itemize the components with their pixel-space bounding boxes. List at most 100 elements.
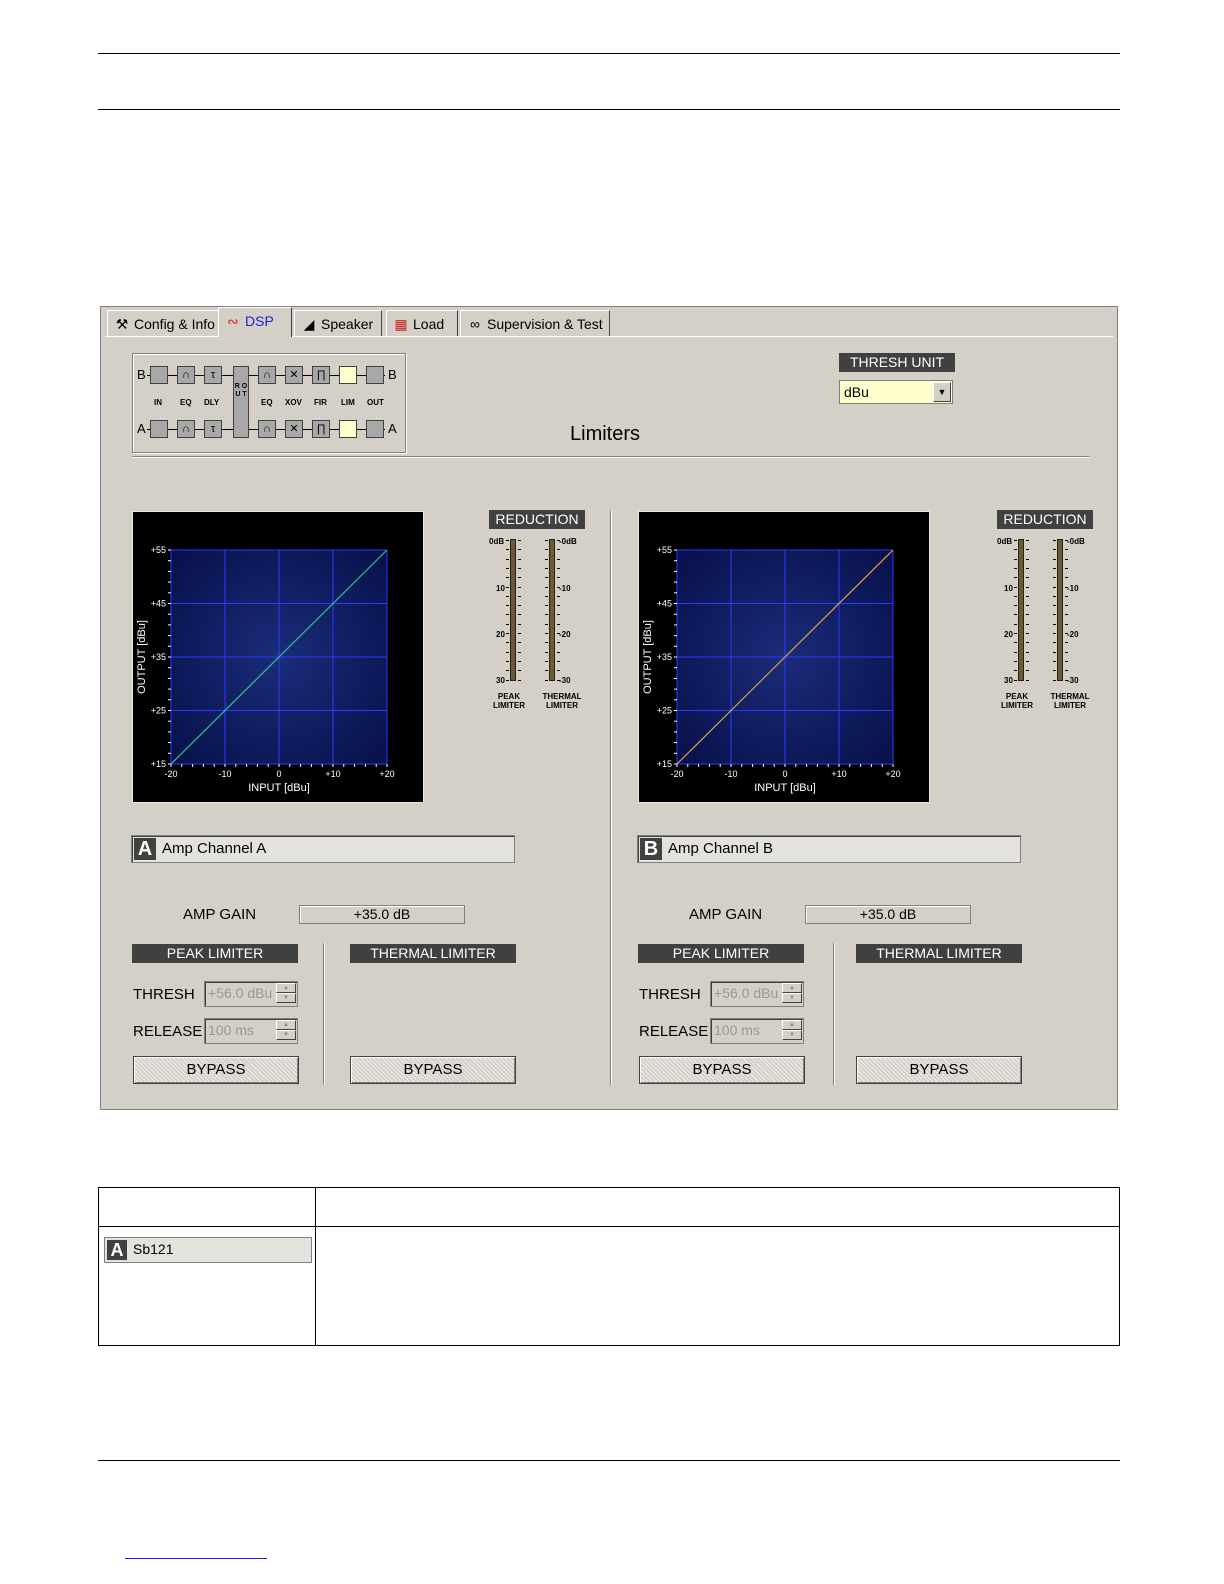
meter-tick [518,670,521,672]
thresh-stepper-b[interactable]: +56.0 dBu ▲ ▼ [710,981,804,1007]
tab-supervision-test[interactable]: ∞ Supervision & Test [460,310,610,336]
x-tick-label: -10 [724,769,737,779]
meter-tick [1053,623,1056,625]
meter-tick [1053,679,1056,681]
stepper-up-icon[interactable]: ▲ [782,1020,802,1030]
stepper-up-icon[interactable]: ▲ [782,983,802,993]
peak-limiter-header-b: PEAK LIMITER [638,944,804,963]
meter-tick [1026,623,1029,625]
meter-tick [1014,549,1017,551]
meter-tick [518,660,521,662]
meter-tick [518,642,521,644]
tab-dsp[interactable]: ∾ DSP [218,307,292,337]
meter-tick [557,567,560,569]
meter-tick [506,586,509,588]
y-tick-label: +15 [151,759,166,769]
release-stepper-a[interactable]: 100 ms ▲ ▼ [204,1018,298,1044]
chain-label-dly: DLY [204,398,220,407]
y-tick-label: +25 [151,706,166,716]
meter-tick [1053,567,1056,569]
stepper-down-icon[interactable]: ▼ [276,993,296,1003]
y-axis-label: OUTPUT [dBu] [642,620,654,694]
thresh-stepper-a[interactable]: +56.0 dBu ▲ ▼ [204,981,298,1007]
chain-eq2-block-a[interactable]: ∩ [258,420,276,438]
x-tick-label: +10 [325,769,340,779]
amp-gain-label-b: AMP GAIN [689,906,763,923]
amp-gain-label-a: AMP GAIN [183,906,257,923]
meter-tick [1014,614,1017,616]
tab-speaker[interactable]: ◢ Speaker [294,310,382,336]
thermal-scale-30-b: -30 [1067,676,1079,685]
peak-bypass-button-b[interactable]: BYPASS [639,1056,805,1084]
chain-dly-block-a[interactable]: τ [204,420,222,438]
chain-fir-block-b[interactable]: ∏ [312,366,330,384]
meter-tick [545,558,548,560]
meter-tick [518,586,521,588]
thresh-unit-label: THRESH UNIT [839,353,955,372]
meter-tick [1065,614,1068,616]
stepper-up-icon[interactable]: ▲ [276,1020,296,1030]
peak-scale-0-a: 0dB [489,537,505,546]
meter-tick [1053,586,1056,588]
meter-tick [518,567,521,569]
channel-letter-a: A [134,838,156,860]
meter-tick [1053,651,1056,653]
footer-link-underline[interactable] [125,1558,267,1559]
thermal-bypass-button-a[interactable]: BYPASS [350,1056,516,1084]
peak-scale-20-a: 20 [496,630,505,639]
meter-tick [1053,660,1056,662]
chain-eq2-block-b[interactable]: ∩ [258,366,276,384]
speaker-icon: ◢ [303,316,315,332]
meter-tick [1026,540,1029,541]
release-value-a: 100 ms [208,1022,254,1038]
y-tick-label: +45 [151,599,166,609]
meter-tick [545,679,548,681]
channel-name-field-example[interactable]: A Sb121 [104,1237,312,1263]
thermal-limiter-caption-a: THERMAL LIMITER [542,692,582,710]
meter-tick [1026,660,1029,662]
meter-tick [557,651,560,653]
x-axis-label: INPUT [dBu] [248,782,310,794]
stepper-down-icon[interactable]: ▼ [782,993,802,1003]
stepper-up-icon[interactable]: ▲ [276,983,296,993]
release-stepper-b[interactable]: 100 ms ▲ ▼ [710,1018,804,1044]
thresh-unit-value: dBu [844,384,869,400]
meter-tick [506,651,509,653]
chevron-down-icon[interactable]: ▼ [933,382,951,402]
chain-lim-block-b[interactable] [339,366,357,384]
x-tick-label: -20 [164,769,177,779]
thermal-scale-0-a: -0dB [559,537,577,546]
meter-tick [1014,633,1017,634]
channel-name-field-a[interactable]: A Amp Channel A [131,835,515,863]
meter-tick [1014,577,1017,579]
peak-limiter-caption-a: PEAK LIMITER [493,692,525,710]
stepper-down-icon[interactable]: ▼ [276,1030,296,1040]
chain-fir-block-a[interactable]: ∏ [312,420,330,438]
channel-name-field-b[interactable]: B Amp Channel B [637,835,1021,863]
chain-xov-block-b[interactable]: ✕ [285,366,303,384]
stepper-down-icon[interactable]: ▼ [782,1030,802,1040]
load-icon: ▦ [394,316,408,332]
chain-router-block[interactable]: R O U T [233,366,249,438]
thresh-unit-select[interactable]: dBu ▼ [839,380,953,404]
chain-eq-block-a[interactable]: ∩ [177,420,195,438]
chain-lim-block-a[interactable] [339,420,357,438]
channel-name-a: Amp Channel A [162,840,267,857]
meter-tick [1053,614,1056,616]
y-tick-label: +25 [657,706,672,716]
chain-in-block-a[interactable] [150,420,168,438]
meter-tick [557,670,560,672]
chain-top-channel: B [137,367,146,382]
thermal-bypass-button-b[interactable]: BYPASS [856,1056,1022,1084]
chain-xov-block-a[interactable]: ✕ [285,420,303,438]
peak-bypass-button-a[interactable]: BYPASS [133,1056,299,1084]
chain-dly-block-b[interactable]: τ [204,366,222,384]
tab-config-info[interactable]: ⚒ Config & Info [107,310,220,336]
tab-load[interactable]: ▦ Load [386,310,458,336]
chain-out-block-a[interactable] [366,420,384,438]
chain-out-block-b[interactable] [366,366,384,384]
chain-eq-block-b[interactable]: ∩ [177,366,195,384]
chain-in-block-b[interactable] [150,366,168,384]
meter-tick [518,540,521,541]
meter-tick [1053,633,1056,634]
